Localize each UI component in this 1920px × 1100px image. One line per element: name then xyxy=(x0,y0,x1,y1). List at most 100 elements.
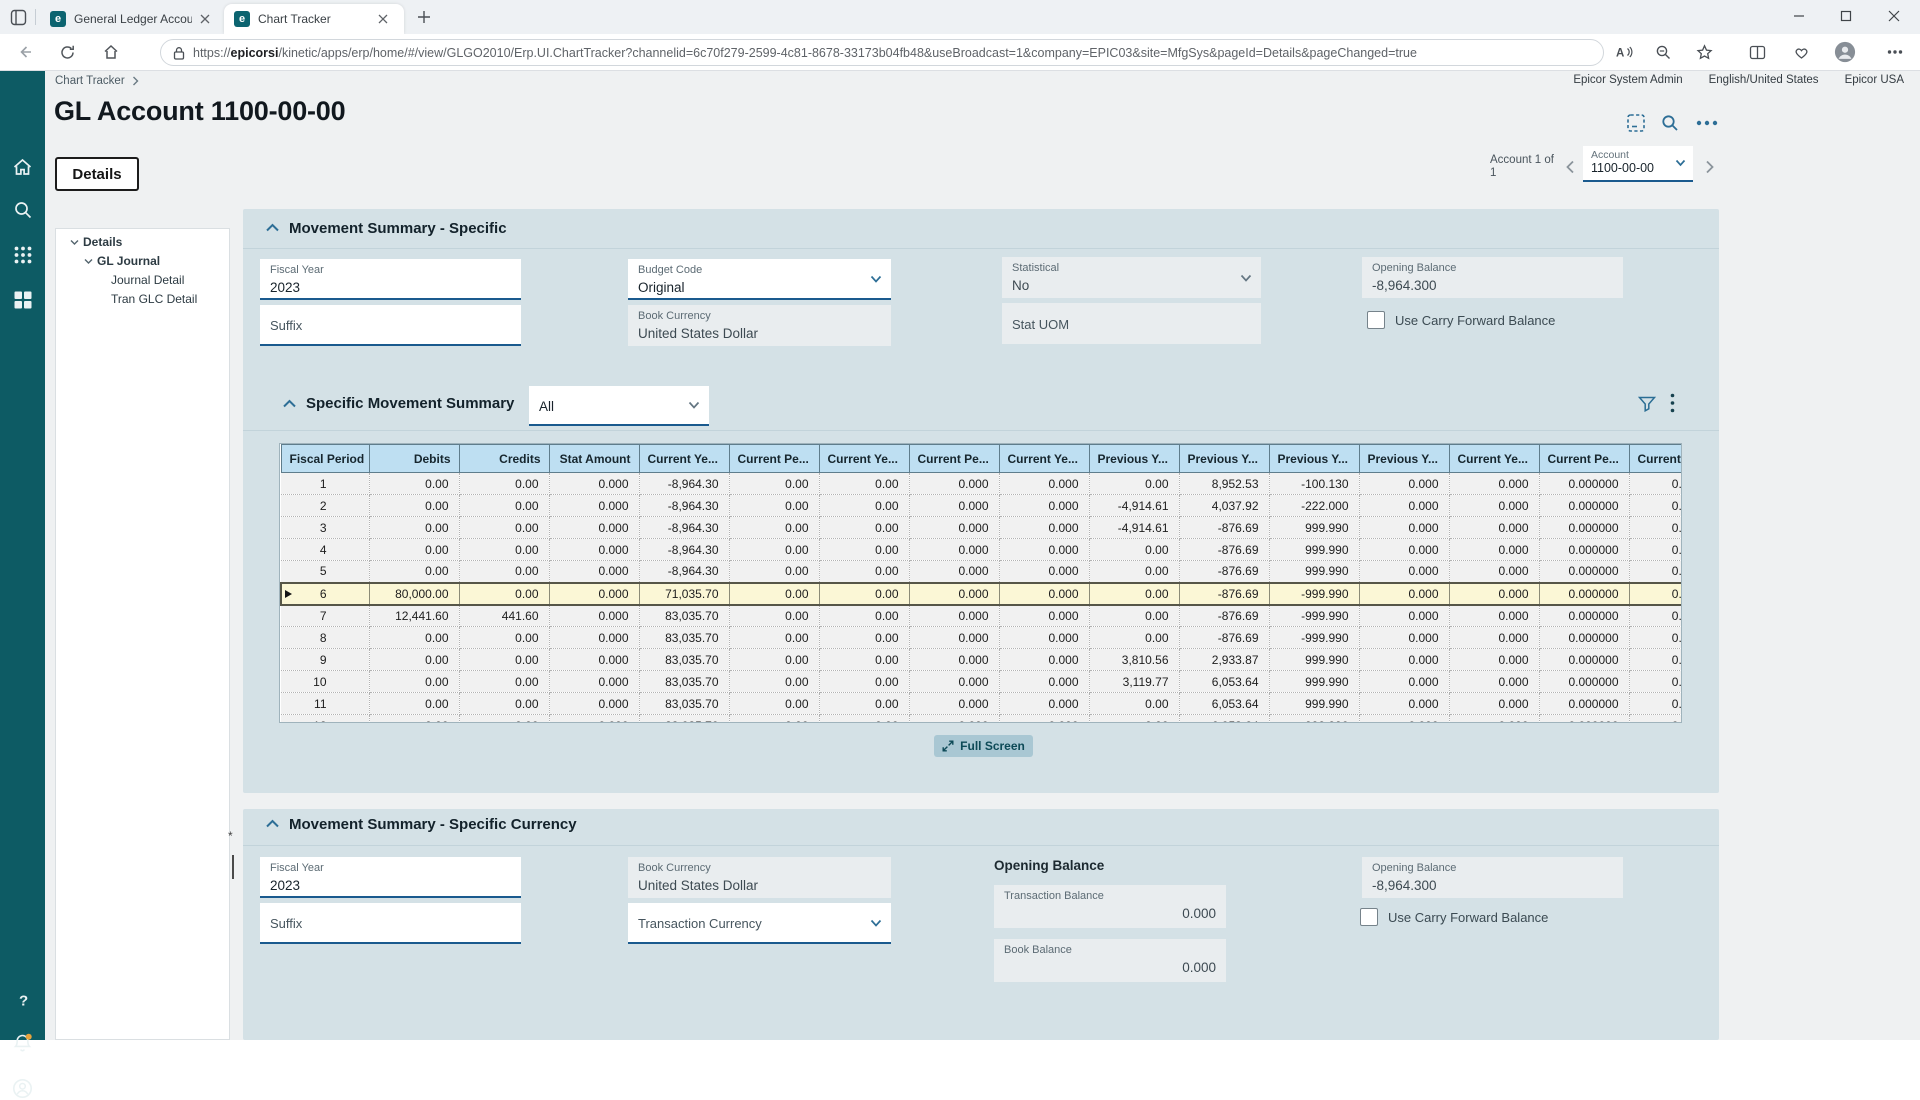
grid-cell[interactable]: 0.00 xyxy=(1089,715,1179,724)
browser-tab-chart-tracker[interactable]: e Chart Tracker xyxy=(224,4,404,34)
grid-kebab-menu-icon[interactable] xyxy=(1670,393,1675,413)
tree-item-gl-journal[interactable]: GL Journal xyxy=(84,254,160,268)
grid-column-header[interactable]: Current Ye... xyxy=(1449,445,1539,473)
grid-cell[interactable]: 0.00 xyxy=(369,627,459,649)
grid-cell[interactable]: 0.000 xyxy=(909,561,999,583)
grid-cell[interactable]: 0.000 xyxy=(999,473,1089,495)
grid-cell[interactable]: 0.000 xyxy=(909,671,999,693)
grid-row[interactable]: 100.000.000.00083,035.700.000.000.0000.0… xyxy=(281,671,1682,693)
grid-cell[interactable]: 0.000 xyxy=(999,583,1089,605)
grid-cell[interactable]: 0.0000 xyxy=(1629,671,1682,693)
grid-cell[interactable]: 0.00 xyxy=(459,495,549,517)
grid-cell[interactable]: 0.000 xyxy=(1359,693,1449,715)
grid-cell[interactable]: -876.69 xyxy=(1179,561,1269,583)
grid-cell[interactable]: 0.000 xyxy=(909,539,999,561)
grid-cell[interactable]: 0.000000 xyxy=(1539,561,1629,583)
tree-expand-icon[interactable] xyxy=(70,239,79,246)
grid-cell[interactable]: 999.990 xyxy=(1269,693,1359,715)
grid-cell[interactable]: 0.000 xyxy=(549,671,639,693)
grid-column-header[interactable]: Previous Y... xyxy=(1179,445,1269,473)
profile-avatar[interactable] xyxy=(1834,41,1856,63)
grid-row[interactable]: 50.000.000.000-8,964.300.000.000.0000.00… xyxy=(281,561,1682,583)
grid-cell[interactable]: 0.000000 xyxy=(1539,473,1629,495)
grid-cell[interactable]: 0.000 xyxy=(999,715,1089,724)
grid-cell[interactable]: 0.0000 xyxy=(1629,539,1682,561)
grid-cell[interactable]: 0.000 xyxy=(1449,715,1539,724)
grid-cell[interactable]: 0.000 xyxy=(1359,561,1449,583)
grid-cell[interactable]: 0.00 xyxy=(459,693,549,715)
use-carry-forward-checkbox[interactable] xyxy=(1360,908,1378,926)
grid-cell[interactable]: 0.00 xyxy=(819,517,909,539)
grid-cell[interactable]: 4 xyxy=(281,539,369,561)
grid-cell[interactable]: 83,035.70 xyxy=(639,715,729,724)
grid-cell[interactable]: 0.00 xyxy=(819,539,909,561)
grid-cell[interactable]: 0.0000 xyxy=(1629,583,1682,605)
grid-cell[interactable]: 999.990 xyxy=(1269,671,1359,693)
grid-row[interactable]: 120.000.000.00083,035.700.000.000.0000.0… xyxy=(281,715,1682,724)
specific-movement-summary-grid[interactable]: Fiscal PeriodDebitsCreditsStat AmountCur… xyxy=(279,443,1682,723)
application-map-icon[interactable] xyxy=(1625,112,1647,134)
grid-cell[interactable]: 0.000 xyxy=(1449,583,1539,605)
grid-cell[interactable]: 0.0000 xyxy=(1629,605,1682,627)
grid-cell[interactable]: 0.000 xyxy=(549,561,639,583)
grid-cell[interactable]: 0.000 xyxy=(909,583,999,605)
grid-cell[interactable]: 999.990 xyxy=(1269,715,1359,724)
home-icon[interactable] xyxy=(11,156,34,179)
settings-menu-icon[interactable] xyxy=(1884,41,1906,63)
grid-cell[interactable]: 0.00 xyxy=(459,583,549,605)
next-record-icon[interactable] xyxy=(1702,158,1718,176)
url-input[interactable]: https://epicorsi/kinetic/apps/erp/home/#… xyxy=(160,39,1604,66)
zoom-icon[interactable] xyxy=(1652,41,1674,63)
grid-cell[interactable]: 0.000 xyxy=(909,517,999,539)
grid-column-header[interactable]: Debits xyxy=(369,445,459,473)
grid-cell[interactable]: 0.000 xyxy=(1359,627,1449,649)
grid-cell[interactable]: 0.00 xyxy=(459,627,549,649)
overflow-menu-icon[interactable] xyxy=(1696,112,1718,134)
grid-cell[interactable]: 0.000000 xyxy=(1539,495,1629,517)
grid-row[interactable]: 80.000.000.00083,035.700.000.000.0000.00… xyxy=(281,627,1682,649)
grid-column-header[interactable]: Current Ye... xyxy=(999,445,1089,473)
tab-actions-menu-icon[interactable] xyxy=(10,9,27,26)
grid-row[interactable]: 10.000.000.000-8,964.300.000.000.0000.00… xyxy=(281,473,1682,495)
grid-cell[interactable]: 0.000000 xyxy=(1539,671,1629,693)
back-icon[interactable] xyxy=(14,41,36,63)
grid-cell[interactable]: 0.00 xyxy=(819,649,909,671)
grid-cell[interactable]: 83,035.70 xyxy=(639,671,729,693)
grid-cell[interactable]: 0.000 xyxy=(999,605,1089,627)
suffix-field[interactable]: Suffix xyxy=(260,305,521,346)
grid-cell[interactable]: 0.00 xyxy=(729,561,819,583)
grid-cell[interactable]: 0.00 xyxy=(459,561,549,583)
grid-cell[interactable]: 0.000000 xyxy=(1539,539,1629,561)
tab-close-icon[interactable] xyxy=(378,14,388,24)
suffix-field[interactable]: Suffix xyxy=(260,903,521,944)
grid-cell[interactable]: 0.000 xyxy=(1359,583,1449,605)
grid-column-header[interactable]: Current Ye... xyxy=(819,445,909,473)
grid-cell[interactable]: 0.000000 xyxy=(1539,627,1629,649)
grid-cell[interactable]: 3,810.56 xyxy=(1089,649,1179,671)
grid-cell[interactable]: 0.00 xyxy=(729,495,819,517)
grid-cell[interactable]: 0.000 xyxy=(909,627,999,649)
grid-cell[interactable]: 0.000 xyxy=(1449,649,1539,671)
grid-cell[interactable]: 0.000 xyxy=(909,693,999,715)
chevron-down-icon[interactable] xyxy=(1675,159,1686,167)
refresh-icon[interactable] xyxy=(56,41,78,63)
grid-cell[interactable]: -876.69 xyxy=(1179,583,1269,605)
grid-row[interactable]: 712,441.60441.600.00083,035.700.000.000.… xyxy=(281,605,1682,627)
grid-cell[interactable]: 0.000 xyxy=(549,715,639,724)
grid-cell[interactable]: 0.00 xyxy=(1089,583,1179,605)
grid-cell[interactable]: 9 xyxy=(281,649,369,671)
grid-cell[interactable]: 999.990 xyxy=(1269,649,1359,671)
grid-cell[interactable]: 8,952.53 xyxy=(1179,473,1269,495)
account-person-icon[interactable] xyxy=(11,1077,34,1100)
grid-cell[interactable]: 0.00 xyxy=(819,715,909,724)
grid-cell[interactable]: 0.0000 xyxy=(1629,693,1682,715)
grid-row[interactable]: 90.000.000.00083,035.700.000.000.0000.00… xyxy=(281,649,1682,671)
grid-cell[interactable]: 12,441.60 xyxy=(369,605,459,627)
grid-cell[interactable]: 6 xyxy=(281,583,369,605)
grid-row[interactable]: 20.000.000.000-8,964.300.000.000.0000.00… xyxy=(281,495,1682,517)
grid-cell[interactable]: 0.00 xyxy=(1089,539,1179,561)
grid-column-header[interactable]: Previous Y... xyxy=(1089,445,1179,473)
grid-filter-select[interactable]: All xyxy=(529,386,709,426)
grid-cell[interactable]: 0.00 xyxy=(729,473,819,495)
grid-cell[interactable]: 0.000 xyxy=(549,649,639,671)
